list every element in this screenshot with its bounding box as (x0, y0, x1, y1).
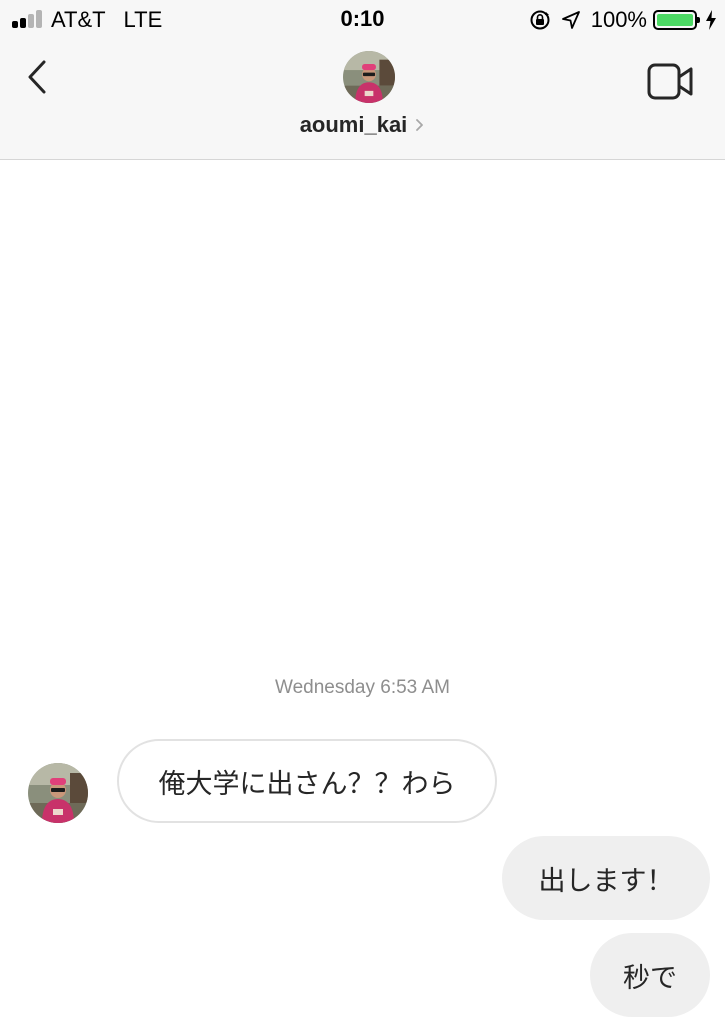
battery-percent: 100% (590, 7, 647, 32)
sender-avatar[interactable] (28, 763, 88, 823)
battery-icon (653, 10, 700, 30)
back-button[interactable] (20, 56, 60, 100)
thread-header: aoumi_kai (0, 40, 725, 160)
outgoing-message-bubble[interactable]: 秒で (590, 933, 710, 1017)
status-bar: AT&T LTE 0:10 100% (0, 0, 725, 40)
thread-title[interactable]: aoumi_kai (0, 112, 725, 138)
message-date-label: Wednesday 6:53 AM (275, 677, 450, 698)
instagram-direct-thread: AT&T LTE 0:10 100% aoumi_kai Wednesday 6… (0, 0, 725, 1024)
outgoing-message-bubble[interactable]: 出します！ (502, 836, 710, 920)
video-call-button[interactable] (645, 62, 695, 102)
chevron-right-icon (416, 119, 424, 131)
thread-username: aoumi_kai (299, 112, 408, 137)
incoming-message-bubble[interactable]: 俺大学に出さん？？わら (117, 739, 497, 823)
location-arrow-icon (561, 11, 580, 29)
charging-bolt-icon (706, 10, 716, 30)
header-avatar[interactable] (343, 51, 395, 103)
message-text: 秒で (623, 962, 677, 994)
message-text: 俺大学に出さん？？わら (158, 768, 456, 800)
rotation-lock-icon (530, 10, 550, 30)
message-text: 出します！ (538, 865, 674, 897)
status-indicators: 100% (529, 6, 717, 34)
